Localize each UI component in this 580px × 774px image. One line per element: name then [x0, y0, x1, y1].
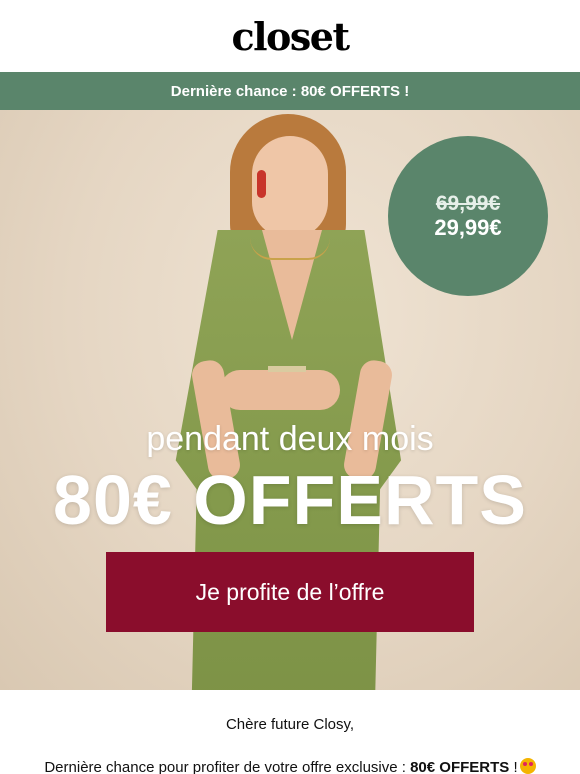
- offer-text-prefix: Dernière chance pour profiter de votre o…: [44, 759, 411, 774]
- model-hands: [220, 370, 340, 410]
- greeting-text: Chère future Closy,: [225, 716, 355, 733]
- heart-eyes-emoji-icon: [519, 758, 536, 774]
- promo-banner-text: Dernière chance : 80€ OFFERTS !: [170, 82, 410, 100]
- hero-section: 69,99€ 29,99€ pendant deux mois 80€ OFFE…: [0, 110, 580, 690]
- old-price: 69,99€: [435, 191, 501, 215]
- price-badge: 69,99€ 29,99€: [388, 136, 548, 296]
- hero-tagline: pendant deux mois: [146, 420, 434, 458]
- message-body: Chère future Closy, Dernière chance pour…: [0, 690, 580, 774]
- model-earring: [257, 170, 266, 198]
- hero-headline: 80€ OFFERTS: [53, 461, 527, 539]
- offer-text-bold: 80€ OFFERTS: [410, 759, 510, 774]
- dress-belt: [268, 366, 306, 372]
- brand-logo[interactable]: closet: [231, 14, 350, 59]
- cta-button[interactable]: Je profite de l’offre: [106, 552, 474, 632]
- offer-text: Dernière chance pour profiter de votre o…: [0, 733, 580, 774]
- model-necklace: [250, 238, 330, 260]
- header: closet: [0, 0, 580, 72]
- new-price: 29,99€: [434, 214, 502, 240]
- promo-banner[interactable]: Dernière chance : 80€ OFFERTS !: [0, 72, 580, 110]
- offer-text-suffix: !: [509, 759, 518, 774]
